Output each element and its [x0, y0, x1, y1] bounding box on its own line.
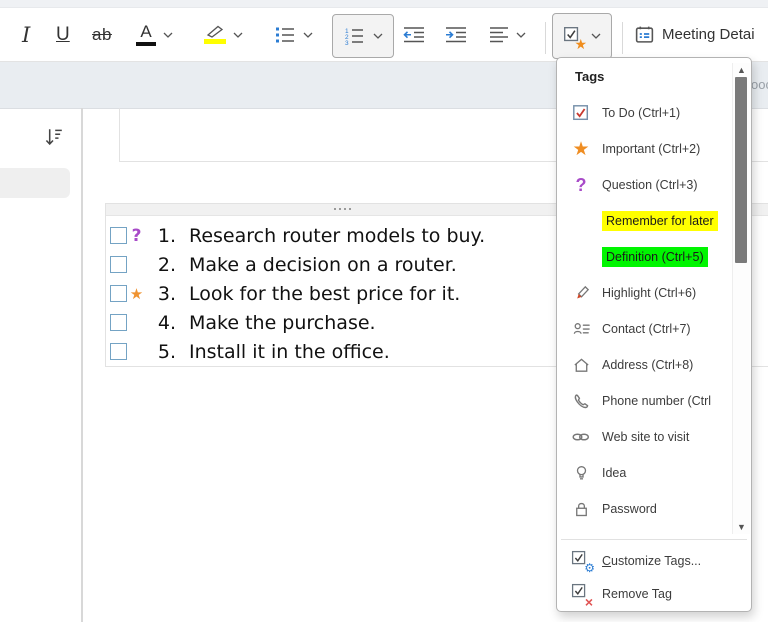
remove-tag-icon: ×: [570, 583, 593, 609]
numbered-list-button[interactable]: 123: [332, 14, 394, 58]
contact-icon: [570, 318, 592, 340]
menu-item-remove-tag[interactable]: × Remove Tag: [557, 577, 751, 610]
chevron-down-icon[interactable]: [516, 32, 526, 38]
chevron-down-icon[interactable]: [233, 32, 243, 38]
tags-menu-footer: ⚙ Customize Tags... × Remove Tag: [557, 544, 751, 610]
red-x-icon: ×: [584, 593, 593, 610]
lightbulb-icon: [570, 462, 592, 484]
list-number: 1.: [157, 224, 176, 247]
italic-icon: I: [22, 22, 31, 47]
tags-dropdown-menu: Tags To Do (Ctrl+1) ★ Important (Ctrl+2)…: [556, 57, 752, 612]
tag-button[interactable]: ★: [552, 13, 612, 59]
empty-icon-slot: [570, 246, 592, 268]
strikethrough-button[interactable]: ab: [92, 8, 112, 61]
strikethrough-icon: ab: [92, 24, 112, 44]
numbered-list-icon: 123: [345, 28, 363, 45]
chevron-down-icon[interactable]: [591, 33, 601, 39]
clipped-background-text: ooc: [751, 77, 768, 92]
align-button[interactable]: [489, 8, 526, 61]
todo-checkbox[interactable]: [110, 256, 127, 273]
increase-indent-icon: [446, 26, 466, 42]
list-text[interactable]: Make a decision on a router.: [189, 254, 457, 276]
font-color-button[interactable]: A: [136, 8, 173, 61]
customize-tags-icon: ⚙: [570, 550, 595, 575]
menu-item-contact[interactable]: Contact (Ctrl+7): [557, 311, 733, 347]
list-text[interactable]: Make the purchase.: [189, 312, 376, 334]
menu-item-important[interactable]: ★ Important (Ctrl+2): [557, 131, 733, 167]
menu-item-password[interactable]: Password: [557, 491, 733, 527]
meeting-details-label: Meeting Detai: [662, 26, 755, 43]
menu-scrollbar[interactable]: ▲ ▼: [732, 63, 750, 534]
list-number: 2.: [157, 253, 176, 276]
formatting-toolbar: I U ab A 1 2 3 ★ Meeting Detai: [0, 8, 768, 62]
selected-page-item[interactable]: [0, 168, 70, 198]
bullet-list-icon: [276, 27, 294, 42]
calendar-icon: [635, 26, 654, 43]
meeting-details-button[interactable]: Meeting Detai: [634, 8, 755, 61]
sort-pages-button[interactable]: [42, 126, 64, 153]
decrease-indent-button[interactable]: [402, 8, 426, 61]
tags-menu-items: To Do (Ctrl+1) ★ Important (Ctrl+2) ? Qu…: [557, 95, 733, 527]
list-number: 5.: [157, 340, 176, 363]
italic-button[interactable]: I: [22, 8, 30, 61]
todo-checkbox[interactable]: [110, 314, 127, 331]
toolbar-separator: [622, 22, 623, 54]
menu-item-customize-tags[interactable]: ⚙ Customize Tags...: [557, 544, 751, 577]
chevron-down-icon[interactable]: [163, 32, 173, 38]
tag-checkbox-star-icon: ★: [563, 26, 587, 51]
list-number: 3.: [157, 282, 176, 305]
highlight-button[interactable]: [204, 8, 243, 61]
underline-button[interactable]: U: [56, 8, 70, 61]
bullet-list-button[interactable]: [274, 8, 313, 61]
menu-item-address[interactable]: Address (Ctrl+8): [557, 347, 733, 383]
drag-dots-icon: [334, 208, 351, 210]
menu-separator: [561, 539, 747, 540]
house-icon: [570, 354, 592, 376]
scroll-down-icon[interactable]: ▼: [733, 520, 750, 534]
highlighter-pen-icon: [570, 282, 592, 304]
list-number: 4.: [157, 311, 176, 334]
decrease-indent-icon: [403, 26, 424, 42]
sort-descending-icon: [45, 129, 62, 146]
svg-text:3: 3: [345, 40, 349, 45]
menu-item-definition[interactable]: Definition (Ctrl+5): [557, 239, 733, 275]
scrollbar-thumb[interactable]: [735, 77, 747, 263]
font-color-icon: A: [136, 23, 156, 46]
menu-item-phone-number[interactable]: Phone number (Ctrl: [557, 383, 733, 419]
todo-checkbox-icon: [570, 102, 592, 124]
star-icon: ★: [572, 138, 590, 160]
align-icon: [490, 26, 508, 42]
link-icon: [570, 426, 592, 448]
list-text[interactable]: Look for the best price for it.: [189, 283, 460, 305]
menu-item-highlight[interactable]: Highlight (Ctrl+6): [557, 275, 733, 311]
padlock-icon: [570, 498, 592, 520]
list-text[interactable]: Install it in the office.: [189, 341, 390, 363]
menu-item-question[interactable]: ? Question (Ctrl+3): [557, 167, 733, 203]
question-tag-icon: ?: [131, 225, 142, 246]
gear-icon: ⚙: [584, 560, 595, 575]
onenote-window: I U ab A 1 2 3 ★ Meeting Detai oo ? 1. R…: [0, 0, 768, 622]
todo-checkbox[interactable]: [110, 343, 127, 360]
menu-item-web-site[interactable]: Web site to visit: [557, 419, 733, 455]
chevron-down-icon[interactable]: [303, 32, 313, 38]
important-tag-icon: ★: [129, 284, 144, 303]
highlighter-icon: [204, 25, 226, 44]
todo-checkbox[interactable]: [110, 285, 127, 302]
scroll-up-icon[interactable]: ▲: [733, 63, 750, 77]
menu-item-remember-for-later[interactable]: Remember for later: [557, 203, 733, 239]
sidebar-divider: [81, 108, 83, 622]
question-mark-icon: ?: [575, 175, 587, 195]
phone-icon: [570, 390, 592, 412]
toolbar-separator: [545, 22, 546, 54]
tags-menu-title: Tags: [575, 69, 605, 84]
empty-icon-slot: [570, 210, 592, 232]
list-text[interactable]: Research router models to buy.: [189, 225, 485, 247]
menu-item-todo[interactable]: To Do (Ctrl+1): [557, 95, 733, 131]
underline-icon: U: [56, 23, 70, 45]
increase-indent-button[interactable]: [444, 8, 468, 61]
todo-checkbox[interactable]: [110, 227, 127, 244]
menu-item-idea[interactable]: Idea: [557, 455, 733, 491]
window-top-strip: [0, 0, 768, 8]
chevron-down-icon[interactable]: [373, 33, 383, 39]
